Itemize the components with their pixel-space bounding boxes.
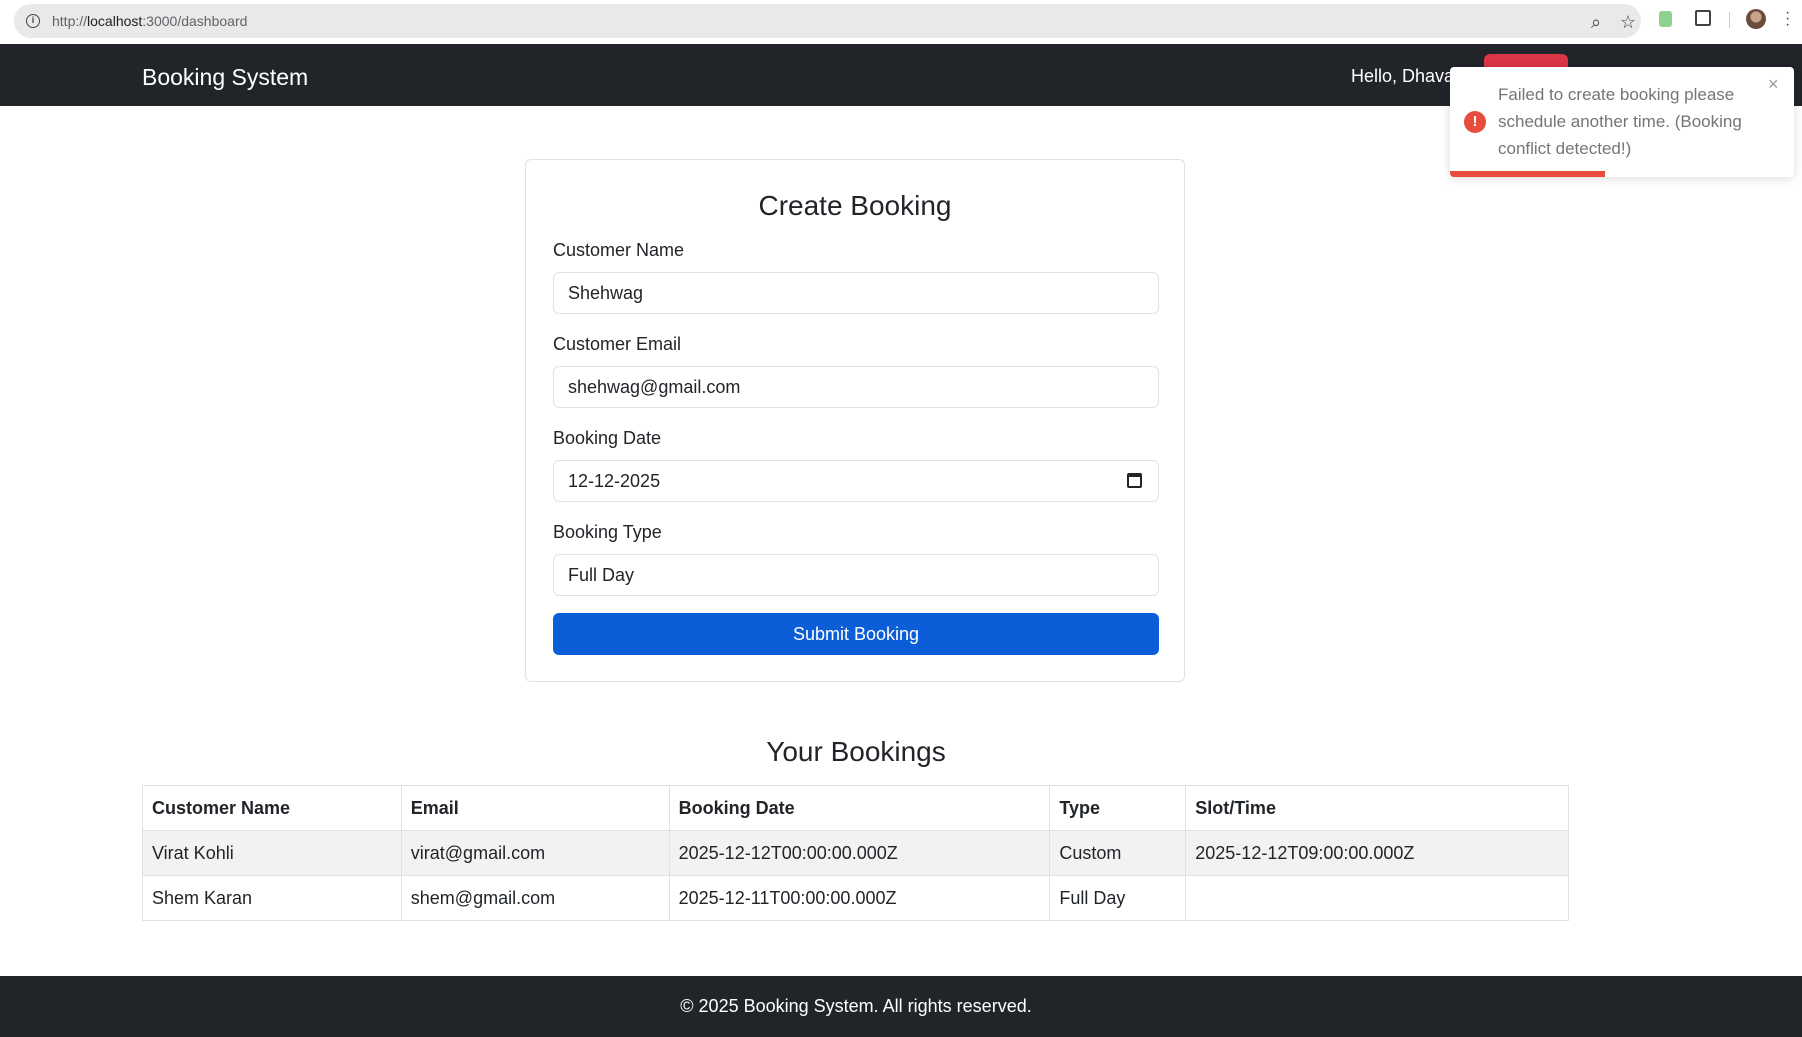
- create-booking-card: Create Booking Customer Name Shehwag Cus…: [525, 159, 1185, 682]
- customer-name-input[interactable]: Shehwag: [553, 272, 1159, 314]
- footer: © 2025 Booking System. All rights reserv…: [0, 976, 1802, 1037]
- bookings-title: Your Bookings: [766, 736, 946, 767]
- booking-date-input[interactable]: 12-12-2025: [553, 460, 1159, 502]
- column-header: Booking Date: [668, 785, 1051, 831]
- url-text[interactable]: http://localhost:3000/dashboard: [52, 13, 247, 29]
- table-cell: 2025-12-12T09:00:00.000Z: [1185, 830, 1569, 876]
- table-row: Shem Karan shem@gmail.com 2025-12-11T00:…: [142, 875, 1569, 921]
- bookings-table: Customer Name Email Booking Date Type Sl…: [142, 785, 1569, 921]
- user-greeting: Hello, Dhava: [1351, 66, 1455, 86]
- table-cell: Shem Karan: [142, 875, 402, 921]
- table-cell: Virat Kohli: [142, 830, 402, 876]
- table-cell: shem@gmail.com: [400, 875, 670, 921]
- customer-email-input[interactable]: shehwag@gmail.com: [553, 366, 1159, 408]
- menu-icon[interactable]: · · ·: [1785, 5, 1790, 33]
- form-title: Create Booking: [758, 190, 952, 221]
- footer-text: © 2025 Booking System. All rights reserv…: [680, 996, 1032, 1016]
- profile-avatar[interactable]: [1746, 9, 1766, 29]
- customer-name-label: Customer Name: [553, 240, 685, 260]
- brand-title[interactable]: Booking System: [142, 64, 308, 91]
- column-header: Type: [1049, 785, 1187, 831]
- table-cell: 2025-12-11T00:00:00.000Z: [668, 875, 1051, 921]
- close-icon[interactable]: ×: [1768, 75, 1779, 93]
- toolbar-divider: [1729, 12, 1730, 28]
- table-cell: virat@gmail.com: [400, 830, 670, 876]
- column-header: Slot/Time: [1185, 785, 1569, 831]
- table-cell: 2025-12-12T00:00:00.000Z: [668, 830, 1051, 876]
- star-icon[interactable]: ☆: [1617, 12, 1639, 32]
- table-header-row: Customer Name Email Booking Date Type Sl…: [142, 785, 1569, 831]
- table-cell: [1185, 875, 1569, 921]
- browser-chrome: i http://localhost:3000/dashboard ⌕ ☆ · ·…: [0, 0, 1802, 44]
- customer-email-label: Customer Email: [553, 334, 682, 354]
- booking-date-label: Booking Date: [553, 428, 662, 448]
- table-cell: Custom: [1049, 830, 1187, 876]
- extension-icon[interactable]: [1659, 11, 1672, 27]
- column-header: Customer Name: [142, 785, 402, 831]
- table-row: Virat Kohli virat@gmail.com 2025-12-12T0…: [142, 830, 1569, 876]
- calendar-icon[interactable]: [1127, 473, 1142, 488]
- toast-message: Failed to create booking please schedule…: [1498, 85, 1742, 158]
- booking-type-label: Booking Type: [553, 522, 662, 542]
- puzzle-icon[interactable]: [1695, 10, 1711, 26]
- table-cell: Full Day: [1049, 875, 1187, 921]
- booking-type-select[interactable]: Full Day: [553, 554, 1159, 596]
- toast-progress-bar: [1450, 171, 1605, 177]
- submit-booking-button[interactable]: Submit Booking: [553, 613, 1159, 655]
- booking-date-value: 12-12-2025: [568, 471, 661, 491]
- column-header: Email: [400, 785, 670, 831]
- error-icon: !: [1464, 111, 1486, 133]
- info-icon[interactable]: i: [26, 14, 40, 28]
- error-toast[interactable]: ! Failed to create booking please schedu…: [1450, 67, 1794, 177]
- address-bar[interactable]: i http://localhost:3000/dashboard ⌕ ☆: [14, 4, 1641, 38]
- zoom-icon[interactable]: ⌕: [1585, 12, 1607, 32]
